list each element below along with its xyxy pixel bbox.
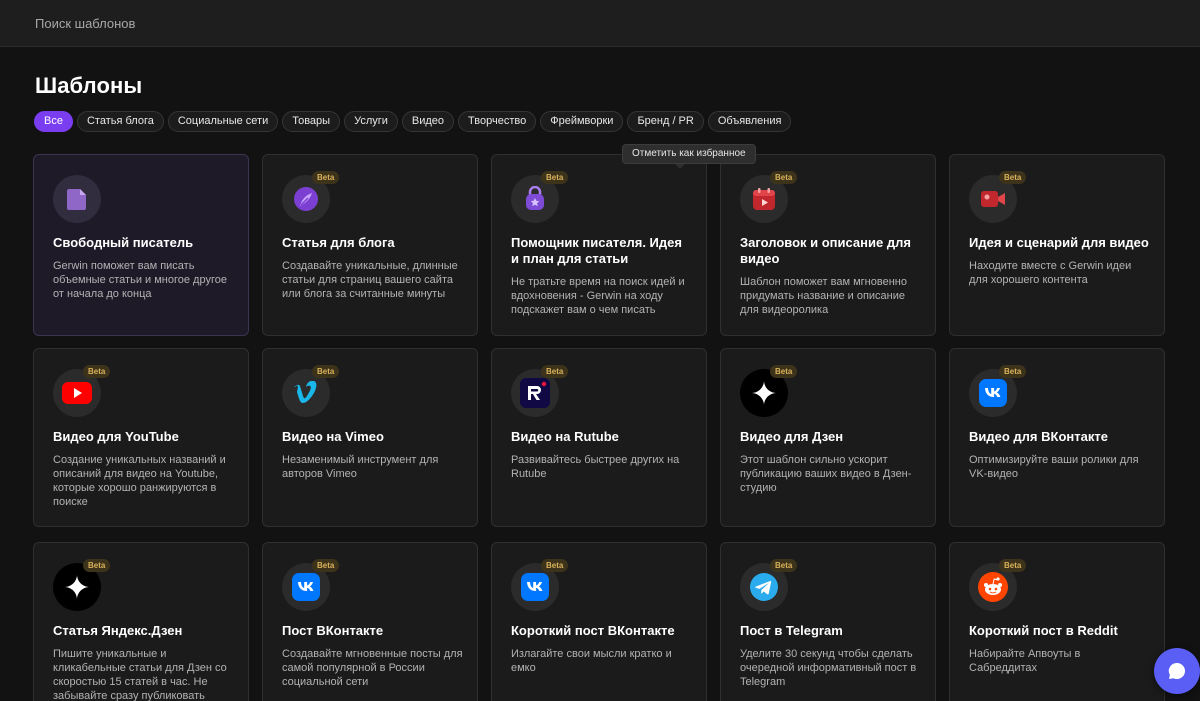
template-card-rutube[interactable]: Beta Видео на Rutube Развивайтесь быстре… [491,348,707,527]
template-card-vimeo[interactable]: Beta Видео на Vimeo Незаменимый инструме… [262,348,478,527]
card-description: Создание уникальных названий и описаний … [53,454,226,508]
template-card-free-writer[interactable]: Свободный писатель Gerwin поможет вам пи… [33,154,249,336]
filter-products[interactable]: Товары [282,111,341,132]
filter-all[interactable]: Все [34,111,73,132]
filter-video[interactable]: Видео [401,111,455,132]
card-title: Заголовок и описание для видео [740,235,911,266]
card-title: Идея и сценарий для видео [969,235,1149,250]
card-description: Создавайте уникальные, длинные статьи дл… [282,260,458,300]
beta-badge: Beta [83,559,111,572]
search-input[interactable] [22,8,622,38]
card-title: Видео на Vimeo [282,429,384,444]
card-description: Излагайте свои мысли кратко и емко [511,648,672,674]
template-card-video-title[interactable]: Beta Заголовок и описание для видео Шабл… [720,154,936,336]
page-title: Шаблоны [35,73,143,98]
template-card-blog-article[interactable]: Beta Статья для блога Создавайте уникаль… [262,154,478,336]
beta-badge: Beta [541,365,569,378]
favorite-tooltip: Отметить как избранное [622,144,756,169]
template-card-telegram-post[interactable]: Beta Пост в Telegram Уделите 30 секунд ч… [720,542,936,701]
template-card-youtube[interactable]: Beta Видео для YouTube Создание уникальн… [33,348,249,527]
card-description: Уделите 30 секунд чтобы сделать очередно… [740,648,917,688]
template-card-dzen-video[interactable]: Beta Видео для Дзен Этот шаблон сильно у… [720,348,936,527]
beta-badge: Beta [312,559,340,572]
card-title: Видео для YouTube [53,429,179,444]
template-card-vk-post[interactable]: Beta Пост ВКонтакте Создавайте мгновенны… [262,542,478,701]
category-filters: Все Статья блога Социальные сети Товары … [34,111,792,132]
beta-badge: Beta [770,365,798,378]
card-description: Оптимизируйте ваши ролики для VK-видео [969,454,1139,480]
top-bar [0,0,1200,47]
filter-frameworks[interactable]: Фреймворки [540,111,624,132]
card-description: Этот шаблон сильно ускорит публикацию ва… [740,454,912,494]
card-title: Короткий пост ВКонтакте [511,623,675,638]
card-description: Шаблон поможет вам мгновенно придумать н… [740,276,907,316]
template-grid: Свободный писатель Gerwin поможет вам пи… [33,154,1165,701]
template-card-video-idea[interactable]: Beta Идея и сценарий для видео Находите … [949,154,1165,336]
card-description: Не тратьте время на поиск идей и вдохнов… [511,276,685,316]
beta-badge: Beta [770,559,798,572]
card-description: Незаменимый инструмент для авторов Vimeo [282,454,439,480]
card-title: Помощник писателя. Идея и план для стать… [511,235,682,266]
filter-social-networks[interactable]: Социальные сети [167,111,279,132]
filter-creativity[interactable]: Творчество [458,111,537,132]
template-card-reddit-post[interactable]: Beta Короткий пост в Reddit Набирайте Ап… [949,542,1165,701]
filter-ads[interactable]: Объявления [707,111,792,132]
chat-button[interactable] [1154,648,1200,694]
template-card-dzen-article[interactable]: Beta Статья Яндекс.Дзен Пишите уникальны… [33,542,249,701]
card-title: Свободный писатель [53,235,194,250]
card-description: Развивайтесь быстрее других на Rutube [511,454,680,480]
card-description: Создавайте мгновенные посты для самой по… [282,648,463,688]
beta-badge: Beta [312,171,340,184]
beta-badge: Beta [770,171,798,184]
card-title: Видео на Rutube [511,429,619,444]
card-title: Пост ВКонтакте [282,623,384,638]
card-title: Статья Яндекс.Дзен [53,623,183,638]
card-description: Находите вместе с Gerwin идеи для хороше… [969,260,1132,286]
card-description: Пишите уникальные и кликабельные статьи … [53,648,227,701]
beta-badge: Beta [999,171,1027,184]
chat-bubble-icon [1168,662,1185,679]
beta-badge: Beta [83,365,111,378]
beta-badge: Beta [541,171,569,184]
beta-badge: Beta [999,365,1027,378]
card-title: Видео для Дзен [740,429,844,444]
beta-badge: Beta [312,365,340,378]
card-description: Набирайте Апвоуты в Сабреддитах [969,648,1081,674]
filter-brand-pr[interactable]: Бренд / PR [627,111,704,132]
card-title: Статья для блога [282,235,395,250]
beta-badge: Beta [541,559,569,572]
card-description: Gerwin поможет вам писать объемные стать… [53,260,227,300]
card-title: Видео для ВКонтакте [969,429,1108,444]
card-title: Пост в Telegram [740,623,843,638]
template-card-vk-video[interactable]: Beta Видео для ВКонтакте Оптимизируйте в… [949,348,1165,527]
template-card-vk-short-post[interactable]: Beta Короткий пост ВКонтакте Излагайте с… [491,542,707,701]
template-card-writer-assistant[interactable]: Beta Помощник писателя. Идея и план для … [491,154,707,336]
card-title: Короткий пост в Reddit [969,623,1118,638]
filter-services[interactable]: Услуги [344,111,398,132]
document-icon [53,175,101,223]
beta-badge: Beta [999,559,1027,572]
filter-blog-article[interactable]: Статья блога [76,111,164,132]
